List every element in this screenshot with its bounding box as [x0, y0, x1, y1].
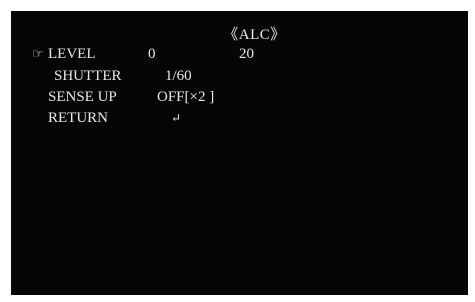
menu-item-label: SHUTTER: [54, 68, 122, 84]
pointing-hand-icon: ☞: [32, 46, 44, 61]
menu-item-label: RETURN: [48, 110, 108, 126]
level-value: 0: [148, 46, 156, 62]
menu-title: 《ALC》: [223, 27, 286, 43]
menu-item-label: LEVEL: [48, 46, 96, 62]
return-arrow-icon: ↵: [171, 111, 182, 125]
menu-item-label: SENSE UP: [48, 89, 117, 105]
osd-screen: 《ALC》 ☞ LEVEL 0 20 SHUTTER 1/60 SENSE UP…: [11, 11, 468, 295]
shutter-value: 1/60: [165, 68, 192, 84]
sense-up-value: OFF[×2 ]: [157, 89, 215, 105]
level-max-value: 20: [239, 46, 254, 62]
